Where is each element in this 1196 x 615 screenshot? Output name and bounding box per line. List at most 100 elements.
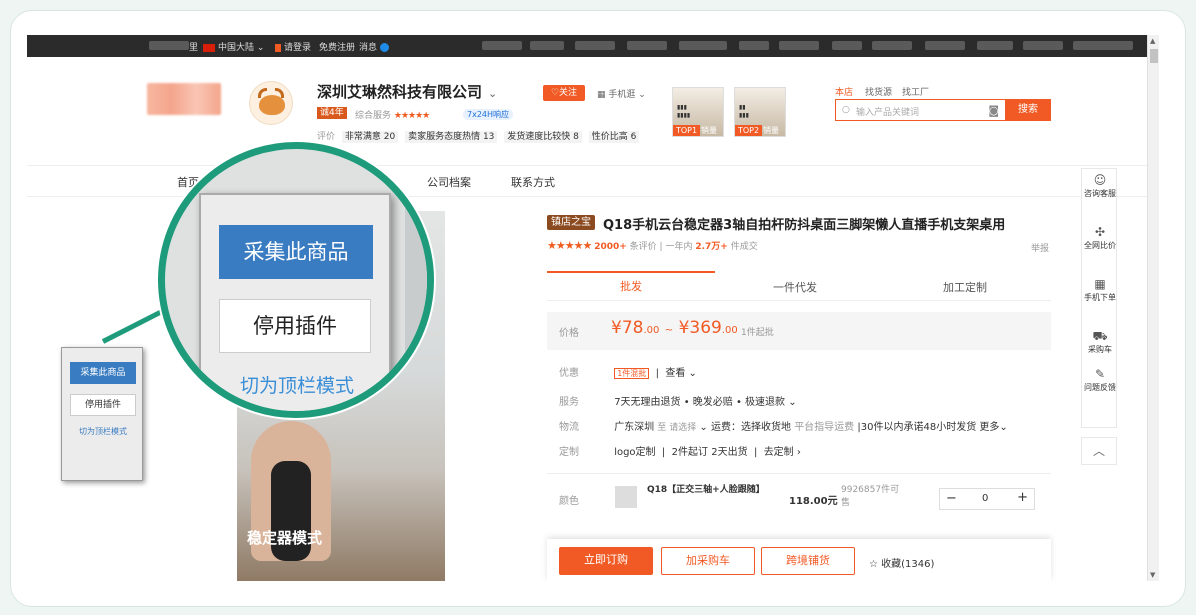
- register-link[interactable]: 免费注册: [319, 40, 355, 53]
- review-count[interactable]: 2000+: [594, 242, 627, 252]
- favorite-button[interactable]: ☆ 收藏(1346): [869, 555, 934, 570]
- edit-icon: ✎: [1094, 367, 1106, 381]
- message-dot-icon: [379, 43, 389, 52]
- minus-button[interactable]: −: [946, 491, 957, 506]
- shop-tag: 镇店之宝: [547, 215, 595, 230]
- top-bar: 里 中国大陆 ⌄ 请登录 免费注册 消息: [27, 35, 1159, 57]
- back-to-top-button[interactable]: ︿: [1081, 437, 1117, 465]
- zoomed-disable-button[interactable]: 停用插件: [219, 299, 371, 353]
- mobile-link[interactable]: ▦ 手机逛 ⌄: [597, 87, 646, 100]
- cart-icon: ⛟: [1092, 329, 1108, 343]
- tab-custom[interactable]: 加工定制: [943, 279, 987, 295]
- rating-tag: 发货速度比较快 8: [504, 131, 582, 143]
- search-icon: ○: [842, 105, 850, 115]
- scrollbar[interactable]: ▲ ▼: [1147, 35, 1159, 581]
- image-caption: 稳定器模式: [247, 529, 323, 547]
- discount-tag: 1件混批: [614, 368, 650, 379]
- destination-select[interactable]: 至 请选择: [657, 423, 696, 433]
- report-link[interactable]: 举报: [1031, 241, 1049, 254]
- zoom-callout: 采集此商品 停用插件 切为顶栏模式: [158, 142, 434, 418]
- star-rating-icon: ★★★★★: [547, 239, 592, 252]
- rating-tag: 性价比高 6: [588, 131, 640, 143]
- sku-row: 颜色 Q18【正交三轴+人脸跟随】 118.00元 9926857件可售 − 0…: [547, 473, 1051, 515]
- product-meta: ★★★★★ 2000+ 条评价 | 一年内 2.7万+ 件成交: [547, 239, 758, 252]
- switch-topbar-link[interactable]: 切为顶栏模式: [62, 426, 144, 437]
- service-link[interactable]: 7天无理由退货 • 晚发必赔 • 极速退款 ⌄: [614, 397, 796, 408]
- right-sidebar: ☺ 咨询客服 ✣ 全网比价 ▦ 手机下单 ⛟ 采购车 ✎ 问题反馈: [1081, 168, 1117, 428]
- promo-card-1[interactable]: ▮▮▮ ▮▮▮▮ TOP1 销量: [672, 87, 724, 137]
- scroll-down-icon: ▼: [1150, 571, 1156, 579]
- zoomed-switch-link[interactable]: 切为顶栏模式: [201, 371, 393, 398]
- collect-product-button[interactable]: 采集此商品: [70, 362, 136, 384]
- sidebar-item-chat[interactable]: ☺ 咨询客服: [1082, 173, 1118, 199]
- login-link[interactable]: 请登录: [275, 40, 311, 53]
- sku-stock: 9926857件可售: [841, 485, 900, 508]
- camera-icon[interactable]: ◙: [988, 104, 999, 117]
- sku-name: Q18【正交三轴+人脸跟随】: [647, 485, 765, 495]
- qrcode-small-icon: ▦: [597, 90, 606, 100]
- tab-dropship[interactable]: 一件代发: [773, 279, 817, 295]
- nav-contact[interactable]: 联系方式: [511, 174, 555, 190]
- rating-tag: 卖家服务态度热情 13: [405, 131, 498, 143]
- star-outline-icon: ☆: [869, 559, 878, 570]
- rating-tag: 非常满意 20: [341, 131, 399, 143]
- tab-wholesale[interactable]: 批发: [547, 271, 715, 301]
- chevron-down-icon[interactable]: ⌄: [488, 87, 497, 100]
- sku-price: 118.00元: [789, 496, 838, 507]
- discount-row: 优惠 1件混批 | 查看 ⌄: [559, 368, 697, 379]
- custom-link[interactable]: 去定制 ›: [764, 447, 801, 458]
- zoomed-collect-button[interactable]: 采集此商品: [219, 225, 373, 279]
- discount-view-link[interactable]: 查看 ⌄: [665, 368, 697, 379]
- add-to-cart-button[interactable]: 加采购车: [661, 547, 755, 575]
- price-range: ¥78.00 ~ ¥369.00: [611, 318, 738, 338]
- plugin-popup: 采集此商品 停用插件 切为顶栏模式: [61, 347, 143, 481]
- promo-card-2[interactable]: ▮▮ ▮▮▮ TOP2 销量: [734, 87, 786, 137]
- plus-button[interactable]: +: [1017, 490, 1028, 505]
- min-order: 1件起批: [741, 328, 774, 338]
- custom-row: 定制 logo定制 | 2件起订 2天出货 | 去定制 ›: [559, 447, 801, 458]
- cross-border-button[interactable]: 跨境铺货: [761, 547, 855, 575]
- blurred-text: [149, 41, 189, 50]
- action-bar: 立即订购 加采购车 跨境铺货 ☆ 收藏(1346): [547, 539, 1051, 581]
- order-tabs: 批发 一件代发 加工定制: [547, 271, 1051, 301]
- disable-plugin-button[interactable]: 停用插件: [70, 394, 136, 416]
- star-rating-icon: ★★★★★: [393, 111, 430, 121]
- years-badge: 诚4年: [317, 107, 347, 119]
- region-suffix: 里: [189, 43, 199, 53]
- logistics-more-link[interactable]: 更多⌄: [979, 422, 1007, 433]
- shop-avatar[interactable]: [249, 81, 293, 125]
- sidebar-item-feedback[interactable]: ✎ 问题反馈: [1082, 367, 1118, 393]
- quantity-stepper[interactable]: − 0 +: [939, 488, 1035, 510]
- follow-button[interactable]: ♡关注: [543, 85, 585, 101]
- sidebar-item-mobile-order[interactable]: ▦ 手机下单: [1082, 277, 1118, 303]
- phone-icon: [275, 43, 281, 52]
- company-name[interactable]: 深圳艾琳然科技有限公司 ⌄: [317, 81, 497, 102]
- search-tab-shop[interactable]: 本店: [835, 85, 853, 98]
- scrollbar-thumb[interactable]: [1150, 49, 1158, 63]
- sidebar-item-cart[interactable]: ⛟ 采购车: [1082, 329, 1118, 355]
- quantity-value[interactable]: 0: [982, 493, 988, 504]
- product-title: Q18手机云台稳定器3轴自拍杆防抖桌面三脚架懒人直播手机支架桌用: [603, 218, 1006, 233]
- price-box: 价格 ¥78.00 ~ ¥369.00 1件起批: [547, 312, 1051, 350]
- search-tab-factory[interactable]: 找工厂: [902, 85, 929, 98]
- region-selector[interactable]: 中国大陆 ⌄: [203, 40, 264, 53]
- scroll-up-icon: ▲: [1150, 37, 1156, 45]
- sku-thumbnail[interactable]: [615, 486, 637, 508]
- compare-icon: ✣: [1094, 225, 1106, 239]
- heart-icon: ♡: [550, 88, 560, 98]
- search-tab-source[interactable]: 找货源: [865, 85, 892, 98]
- buy-now-button[interactable]: 立即订购: [559, 547, 653, 575]
- nav-profile[interactable]: 公司档案: [427, 174, 471, 190]
- service-badge: 7x24H响应: [463, 109, 514, 120]
- sidebar-item-compare[interactable]: ✣ 全网比价: [1082, 225, 1118, 251]
- screenshot-frame: 里 中国大陆 ⌄ 请登录 免费注册 消息 深圳艾琳然科技有限公司 ⌄ 诚4年 综合…: [10, 10, 1186, 607]
- service-row: 服务 7天无理由退货 • 晚发必赔 • 极速退款 ⌄: [559, 397, 797, 408]
- logistics-row: 物流 广东深圳 至 请选择 ⌄ 运费：选择收货地 平台指导运费 |30件以内承诺…: [559, 422, 1008, 433]
- messages-link[interactable]: 消息: [359, 40, 389, 53]
- site-logo[interactable]: [147, 83, 221, 115]
- qrcode-icon: ▦: [1094, 277, 1106, 291]
- chat-icon: ☺: [1093, 173, 1107, 187]
- china-flag-icon: [203, 43, 215, 52]
- search-button[interactable]: 搜索: [1005, 99, 1051, 121]
- search-input[interactable]: ○ 输入产品关键词 ◙: [835, 99, 1005, 121]
